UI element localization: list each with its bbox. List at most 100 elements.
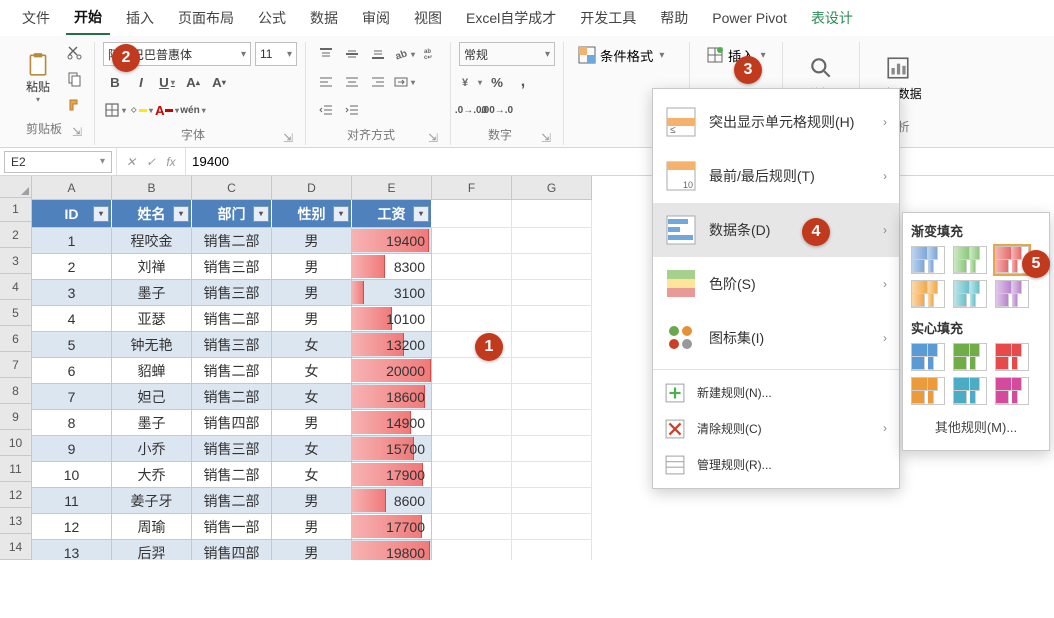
gradient-purple-swatch[interactable] xyxy=(995,280,1029,308)
increase-font-button[interactable]: A▴ xyxy=(181,70,205,94)
comma-button[interactable]: , xyxy=(511,70,535,94)
cell[interactable] xyxy=(432,488,512,514)
cell[interactable]: 4 xyxy=(32,306,112,332)
cell[interactable]: 貂蝉 xyxy=(112,358,192,384)
row-header-14[interactable]: 14 xyxy=(0,534,32,560)
row-header-11[interactable]: 11 xyxy=(0,456,32,482)
align-launcher[interactable]: ⇲ xyxy=(428,131,442,145)
th-id[interactable]: ID▾ xyxy=(32,200,112,228)
th-name[interactable]: 姓名▾ xyxy=(112,200,192,228)
cell[interactable] xyxy=(432,280,512,306)
th-salary[interactable]: 工资▾ xyxy=(352,200,432,228)
font-size-select[interactable]: 11▾ xyxy=(255,42,297,66)
cell[interactable]: 男 xyxy=(272,228,352,254)
cell[interactable]: 销售二部 xyxy=(192,462,272,488)
cell[interactable] xyxy=(512,462,592,488)
column-header-F[interactable]: F xyxy=(432,176,512,200)
tab-dev[interactable]: 开发工具 xyxy=(572,2,644,34)
cell[interactable] xyxy=(432,358,512,384)
name-box[interactable]: E2▾ xyxy=(4,151,112,173)
tab-formulas[interactable]: 公式 xyxy=(250,2,294,34)
cell[interactable]: 女 xyxy=(272,358,352,384)
number-format-select[interactable]: 常规▾ xyxy=(459,42,555,66)
cell[interactable] xyxy=(432,228,512,254)
conditional-format-button[interactable]: 条件格式▾ xyxy=(572,42,681,68)
increase-indent-button[interactable] xyxy=(340,98,364,122)
tab-home[interactable]: 开始 xyxy=(66,1,110,35)
decrease-indent-button[interactable] xyxy=(314,98,338,122)
salary-cell[interactable]: 3100 xyxy=(352,280,432,306)
filter-icon[interactable]: ▾ xyxy=(413,206,429,222)
fx-icon[interactable]: fx xyxy=(163,155,179,169)
cf-icon-sets[interactable]: 图标集(I)› xyxy=(653,311,899,365)
cell[interactable] xyxy=(432,436,512,462)
cell[interactable]: 男 xyxy=(272,280,352,306)
salary-cell[interactable]: 17700 xyxy=(352,514,432,540)
tab-insert[interactable]: 插入 xyxy=(118,2,162,34)
column-header-C[interactable]: C xyxy=(192,176,272,200)
cell[interactable] xyxy=(512,488,592,514)
salary-cell[interactable]: 15700 xyxy=(352,436,432,462)
accounting-format-button[interactable]: ¥▾ xyxy=(459,70,483,94)
clipboard-launcher[interactable]: ⇲ xyxy=(72,125,86,139)
column-header-E[interactable]: E xyxy=(352,176,432,200)
cell[interactable]: 8 xyxy=(32,410,112,436)
filter-icon[interactable]: ▾ xyxy=(93,206,109,222)
cell[interactable] xyxy=(512,540,592,560)
increase-decimal-button[interactable]: .0→.00 xyxy=(459,98,483,122)
salary-cell[interactable]: 19800 xyxy=(352,540,432,560)
row-header-1[interactable]: 1 xyxy=(0,198,32,222)
cell[interactable]: 销售三部 xyxy=(192,436,272,462)
cell[interactable]: 男 xyxy=(272,254,352,280)
number-launcher[interactable]: ⇲ xyxy=(541,131,555,145)
decrease-font-button[interactable]: A▾ xyxy=(207,70,231,94)
cf-top-bottom-rules[interactable]: 10 最前/最后规则(T)› xyxy=(653,149,899,203)
cell[interactable] xyxy=(512,436,592,462)
fill-color-button[interactable]: ▾ xyxy=(129,98,153,122)
tab-layout[interactable]: 页面布局 xyxy=(170,2,242,34)
cell[interactable]: 12 xyxy=(32,514,112,540)
solid-red-swatch[interactable] xyxy=(995,343,1029,371)
cell[interactable]: 程咬金 xyxy=(112,228,192,254)
th-dept[interactable]: 部门▾ xyxy=(192,200,272,228)
row-header-2[interactable]: 2 xyxy=(0,222,32,248)
cell[interactable]: 7 xyxy=(32,384,112,410)
bold-button[interactable]: B xyxy=(103,70,127,94)
cell[interactable]: 11 xyxy=(32,488,112,514)
cell[interactable] xyxy=(512,358,592,384)
tab-review[interactable]: 审阅 xyxy=(354,2,398,34)
cell[interactable]: 墨子 xyxy=(112,410,192,436)
cf-new-rule[interactable]: 新建规则(N)... xyxy=(653,374,899,410)
cell[interactable] xyxy=(512,254,592,280)
cell[interactable]: 女 xyxy=(272,462,352,488)
cell[interactable]: 销售三部 xyxy=(192,332,272,358)
cell[interactable]: 钟无艳 xyxy=(112,332,192,358)
solid-pink-swatch[interactable] xyxy=(995,377,1029,405)
cell[interactable]: 销售三部 xyxy=(192,280,272,306)
salary-cell[interactable]: 20000 xyxy=(352,358,432,384)
solid-blue-swatch[interactable] xyxy=(911,343,945,371)
solid-cyan-swatch[interactable] xyxy=(953,377,987,405)
copy-button[interactable] xyxy=(64,68,86,90)
cell[interactable]: 3 xyxy=(32,280,112,306)
cell[interactable] xyxy=(432,306,512,332)
cell[interactable]: 销售二部 xyxy=(192,384,272,410)
salary-cell[interactable]: 13200 xyxy=(352,332,432,358)
format-painter-button[interactable] xyxy=(64,94,86,116)
solid-green-swatch[interactable] xyxy=(953,343,987,371)
cell[interactable]: 销售一部 xyxy=(192,514,272,540)
flyout-more-rules[interactable]: 其他规则(M)... xyxy=(911,411,1041,442)
row-header-9[interactable]: 9 xyxy=(0,404,32,430)
cf-data-bars[interactable]: 数据条(D)› xyxy=(653,203,899,257)
cell[interactable]: 销售二部 xyxy=(192,358,272,384)
cell[interactable] xyxy=(512,514,592,540)
align-right-button[interactable] xyxy=(366,70,390,94)
cell[interactable]: 妲己 xyxy=(112,384,192,410)
salary-cell[interactable]: 8600 xyxy=(352,488,432,514)
cell[interactable]: 销售二部 xyxy=(192,488,272,514)
tab-view[interactable]: 视图 xyxy=(406,2,450,34)
cell[interactable] xyxy=(512,200,592,228)
salary-cell[interactable]: 17900 xyxy=(352,462,432,488)
salary-cell[interactable]: 8300 xyxy=(352,254,432,280)
row-header-4[interactable]: 4 xyxy=(0,274,32,300)
